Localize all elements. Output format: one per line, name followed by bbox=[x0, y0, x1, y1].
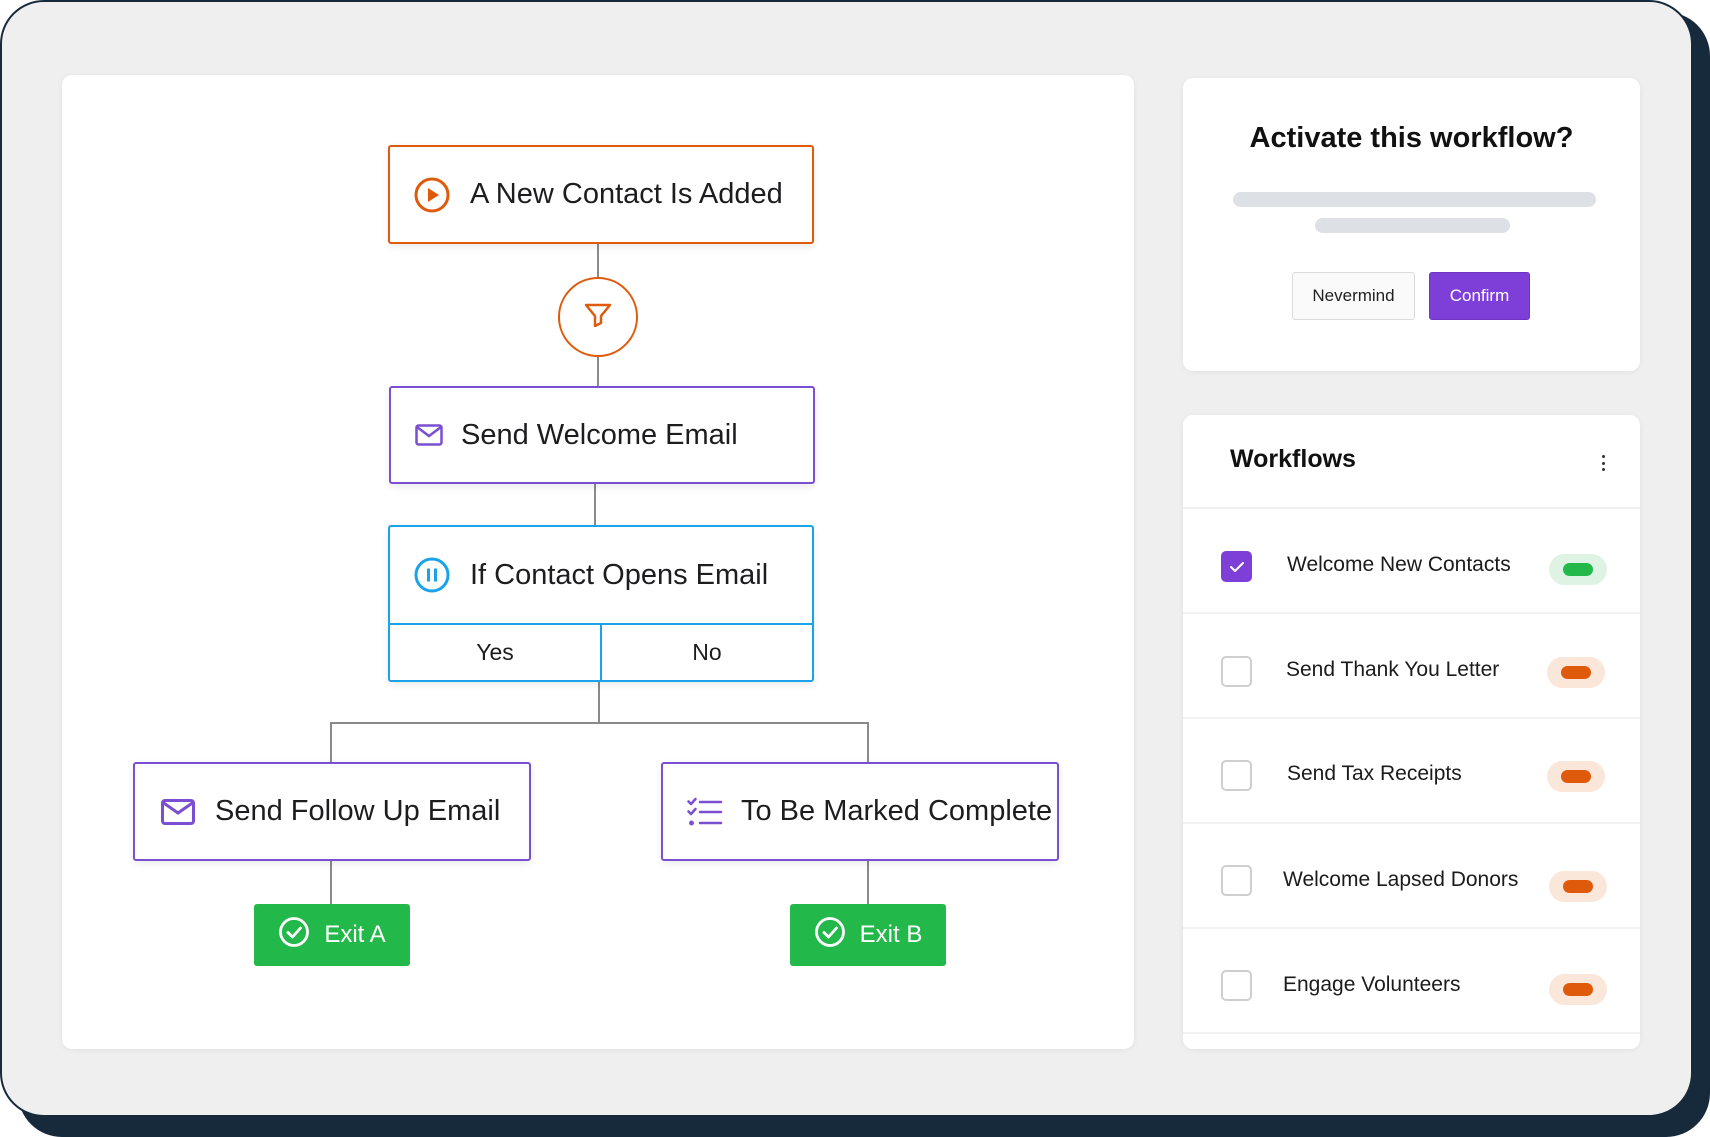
workflow-row[interactable]: Send Tax Receipts bbox=[1183, 719, 1640, 824]
condition-header: If Contact Opens Email bbox=[390, 527, 812, 625]
connector-no-branch bbox=[599, 722, 869, 762]
filter-icon bbox=[583, 301, 613, 334]
check-icon bbox=[1229, 561, 1244, 572]
condition-node[interactable]: If Contact Opens Email Yes No bbox=[388, 525, 814, 682]
workflows-title: Workflows bbox=[1230, 445, 1356, 473]
send-follow-up-email-label: Send Follow Up Email bbox=[215, 795, 501, 827]
pause-circle-icon bbox=[414, 557, 450, 593]
send-welcome-email-label: Send Welcome Email bbox=[461, 418, 738, 451]
row-checkbox[interactable] bbox=[1221, 551, 1252, 582]
branch-no[interactable]: No bbox=[602, 625, 812, 680]
checklist-icon bbox=[687, 797, 723, 827]
nevermind-button[interactable]: Nevermind bbox=[1292, 272, 1415, 320]
activate-workflow-dialog: Activate this workflow? Nevermind Confir… bbox=[1183, 78, 1640, 371]
branch-yes[interactable]: Yes bbox=[390, 625, 602, 680]
workflow-row[interactable]: Welcome New Contacts bbox=[1183, 509, 1640, 614]
workflow-name: Send Thank You Letter bbox=[1286, 658, 1500, 681]
kebab-menu-icon[interactable] bbox=[1600, 455, 1606, 471]
row-checkbox[interactable] bbox=[1221, 970, 1252, 1001]
check-circle-icon bbox=[278, 916, 310, 955]
workflow-name: Welcome Lapsed Donors bbox=[1283, 868, 1519, 891]
filter-node[interactable] bbox=[558, 277, 638, 357]
status-toggle-off[interactable] bbox=[1549, 871, 1607, 902]
workflow-name: Engage Volunteers bbox=[1283, 973, 1461, 996]
dialog-title: Activate this workflow? bbox=[1249, 122, 1574, 154]
trigger-label: A New Contact Is Added bbox=[470, 178, 783, 210]
exit-a-node[interactable]: Exit A bbox=[254, 904, 410, 966]
envelope-icon bbox=[415, 424, 443, 446]
app-window: A New Contact Is Added Send Welcome Emai… bbox=[0, 0, 1693, 1117]
exit-b-label: Exit B bbox=[859, 921, 923, 948]
mark-complete-label: To Be Marked Complete bbox=[741, 795, 1053, 827]
play-circle-icon bbox=[414, 177, 450, 213]
condition-branches: Yes No bbox=[390, 625, 812, 680]
workflow-canvas: A New Contact Is Added Send Welcome Emai… bbox=[62, 75, 1134, 1049]
workflows-panel: Workflows Welcome New Contacts Send Than… bbox=[1183, 415, 1640, 1049]
workflow-row[interactable]: Engage Volunteers bbox=[1183, 929, 1640, 1034]
workflow-row[interactable]: Send Thank You Letter bbox=[1183, 614, 1640, 719]
send-follow-up-email-node[interactable]: Send Follow Up Email bbox=[133, 762, 531, 861]
check-circle-icon bbox=[814, 916, 846, 955]
workflow-name: Send Tax Receipts bbox=[1287, 762, 1462, 785]
trigger-node[interactable]: A New Contact Is Added bbox=[388, 145, 814, 244]
mark-complete-node[interactable]: To Be Marked Complete bbox=[661, 762, 1059, 861]
send-welcome-email-node[interactable]: Send Welcome Email bbox=[389, 386, 815, 484]
status-toggle-off[interactable] bbox=[1549, 974, 1607, 1005]
condition-label: If Contact Opens Email bbox=[470, 558, 769, 591]
row-checkbox[interactable] bbox=[1221, 760, 1252, 791]
status-toggle-off[interactable] bbox=[1547, 657, 1605, 688]
connector-yes-branch bbox=[330, 682, 600, 762]
workflow-name: Welcome New Contacts bbox=[1287, 553, 1511, 576]
exit-b-node[interactable]: Exit B bbox=[790, 904, 946, 966]
workflows-header: Workflows bbox=[1183, 415, 1640, 509]
status-toggle-on[interactable] bbox=[1549, 554, 1607, 585]
row-checkbox[interactable] bbox=[1221, 656, 1252, 687]
confirm-button[interactable]: Confirm bbox=[1429, 272, 1530, 320]
exit-a-label: Exit A bbox=[324, 921, 386, 948]
envelope-icon bbox=[161, 798, 195, 825]
status-toggle-off[interactable] bbox=[1547, 761, 1605, 792]
placeholder-text-line bbox=[1233, 192, 1596, 207]
row-checkbox[interactable] bbox=[1221, 865, 1252, 896]
placeholder-text-line bbox=[1315, 218, 1510, 233]
workflow-row[interactable]: Welcome Lapsed Donors bbox=[1183, 824, 1640, 929]
